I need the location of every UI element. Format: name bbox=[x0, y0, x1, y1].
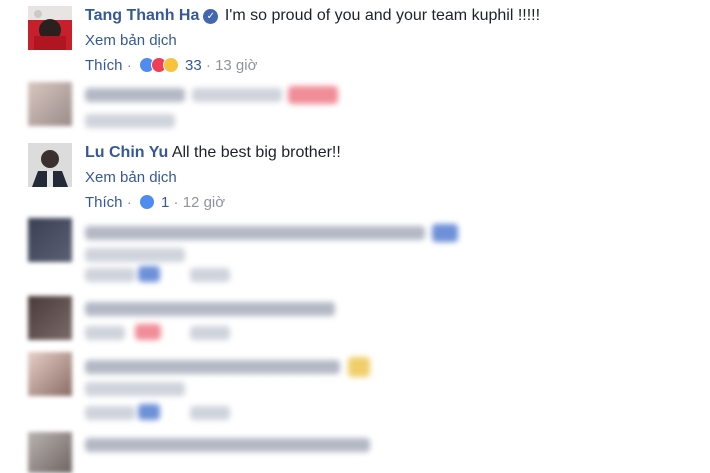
avatar bbox=[28, 82, 72, 126]
comment-text: All the best big brother!! bbox=[171, 144, 341, 161]
separator: · bbox=[205, 57, 211, 74]
see-translation-link[interactable]: Xem bản dịch bbox=[85, 31, 540, 51]
reaction-count[interactable]: 33 bbox=[185, 57, 202, 74]
avatar[interactable] bbox=[28, 6, 72, 50]
like-button[interactable]: Thích bbox=[85, 57, 123, 74]
like-reaction-icon bbox=[138, 194, 155, 210]
avatar bbox=[28, 296, 72, 340]
comment-author[interactable]: Lu Chin Yu bbox=[85, 144, 168, 161]
reaction-summary[interactable] bbox=[138, 194, 155, 216]
reaction-summary[interactable] bbox=[138, 57, 179, 79]
like-button[interactable]: Thích bbox=[85, 194, 123, 211]
avatar[interactable] bbox=[28, 143, 72, 187]
avatar bbox=[28, 218, 72, 262]
comment-timestamp[interactable]: 13 giờ bbox=[215, 57, 257, 74]
comment-author[interactable]: Tang Thanh Ha bbox=[85, 7, 199, 24]
verified-badge-icon: ✓ bbox=[203, 9, 219, 24]
reaction-count[interactable]: 1 bbox=[161, 194, 169, 211]
haha-reaction-icon bbox=[162, 57, 179, 73]
avatar bbox=[28, 432, 72, 473]
separator: · bbox=[173, 194, 179, 211]
comment-timestamp[interactable]: 12 giờ bbox=[183, 194, 225, 211]
avatar bbox=[28, 352, 72, 396]
comment-text: I'm so proud of you and your team kuphil… bbox=[224, 7, 541, 24]
separator: · bbox=[126, 194, 132, 211]
see-translation-link[interactable]: Xem bản dịch bbox=[85, 168, 341, 188]
separator: · bbox=[126, 57, 132, 74]
